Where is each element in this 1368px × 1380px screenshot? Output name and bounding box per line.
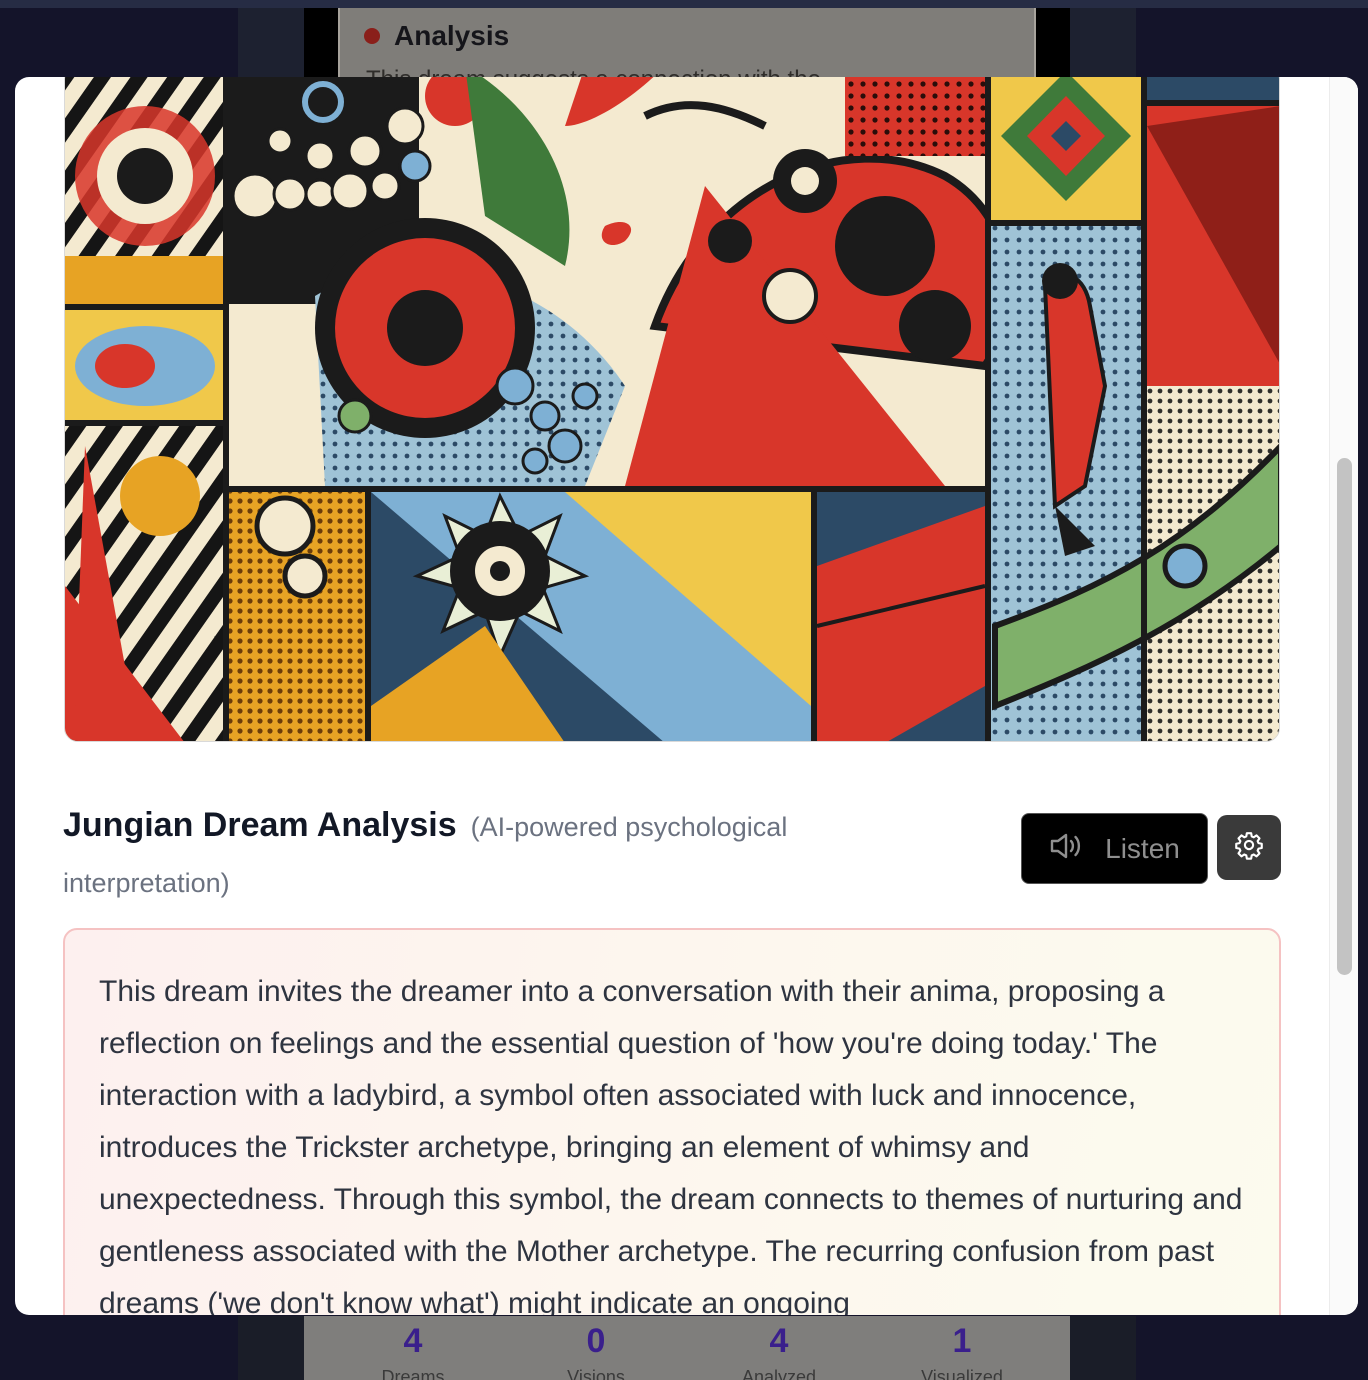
dream-visualization-image [64,77,1280,742]
background-gutter-right [1070,1316,1136,1380]
stat-value: 4 [403,1322,423,1360]
stats-bar: 4 Dreams 0 Visions 4 Analyzed 1 Visualiz… [304,1316,1070,1380]
stat-label: Visualized [921,1367,1003,1380]
analysis-text-box: This dream invites the dreamer into a co… [63,928,1281,1315]
background-gutter-left [238,1316,304,1380]
stat-value: 1 [952,1322,972,1360]
scrollbar-track[interactable] [1329,77,1358,1315]
stat-value: 4 [769,1322,789,1360]
stat-visualized: 1 Visualized [882,1322,1042,1380]
stat-analyzed: 4 Analyzed [699,1322,859,1380]
stat-value: 0 [586,1322,606,1360]
gear-icon [1234,830,1264,865]
stat-visions: 0 Visions [516,1322,676,1380]
listen-button[interactable]: Listen [1021,813,1208,884]
listen-label: Listen [1105,832,1180,864]
dream-analysis-modal: Jungian Dream Analysis (AI-powered psycho… [15,77,1358,1315]
background-analysis-card: Analysis This dream suggests a connectio… [338,8,1036,93]
analysis-text: This dream invites the dreamer into a co… [99,975,1243,1315]
modal-title: Jungian Dream Analysis [63,806,457,844]
dot-icon [364,28,380,44]
scrollbar-thumb[interactable] [1337,458,1352,975]
top-bar [0,0,1368,8]
stat-dreams: 4 Dreams [333,1322,493,1380]
pop-art-illustration [65,77,1279,741]
stat-label: Visions [567,1367,625,1380]
background-card-title: Analysis [394,20,510,51]
stat-label: Dreams [381,1367,445,1380]
background-gutter-left [238,8,304,88]
settings-button[interactable] [1217,815,1281,880]
speaker-icon [1049,831,1083,866]
background-gutter-right [1070,8,1136,88]
modal-header: Jungian Dream Analysis (AI-powered psycho… [63,797,863,911]
stat-label: Analyzed [741,1367,817,1380]
